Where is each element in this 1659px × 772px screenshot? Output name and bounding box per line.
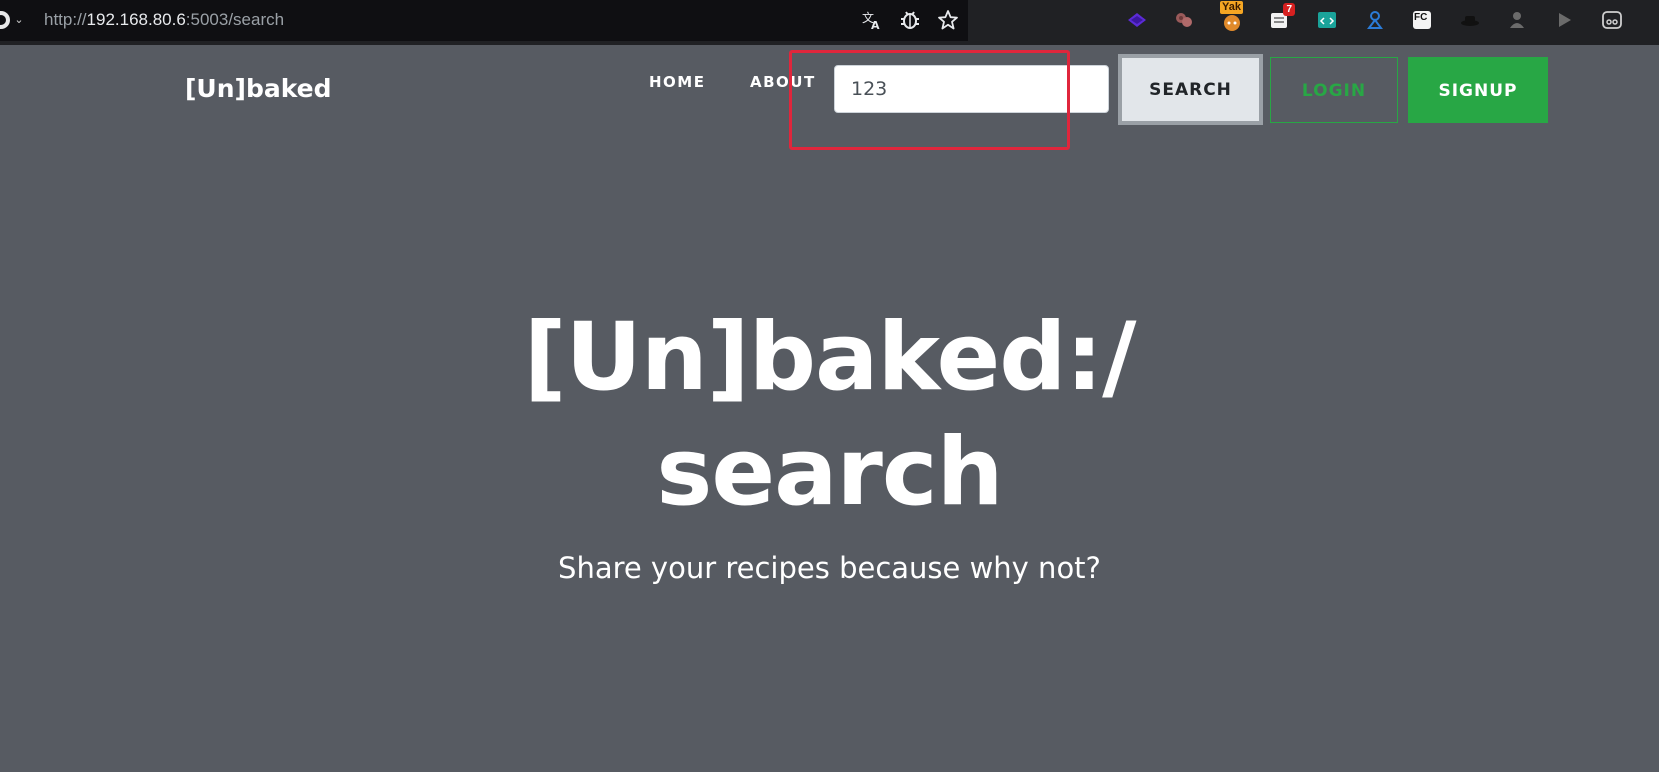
nav-link-home[interactable]: HOME <box>649 72 705 92</box>
svg-text:A: A <box>871 19 880 31</box>
page-subtitle: Share your recipes because why not? <box>558 551 1101 585</box>
search-input[interactable] <box>834 65 1109 113</box>
notification-count-badge: 7 <box>1283 3 1295 16</box>
browser-toolbar: ⌄ http://192.168.80.6:5003/search 文 A Ya… <box>0 0 1659 45</box>
translate-icon[interactable]: 文 A <box>860 8 884 32</box>
cookie-extension-icon[interactable] <box>1173 9 1195 31</box>
page-title: [Un]baked:/ search <box>0 300 1659 530</box>
notes-extension-icon[interactable]: 7 <box>1268 3 1295 31</box>
agent-extension-icon[interactable] <box>1364 9 1386 31</box>
profile-icon[interactable] <box>1601 9 1623 31</box>
url-host: 192.168.80.6 <box>86 10 186 29</box>
chevron-down-icon[interactable]: ⌄ <box>12 10 26 30</box>
yakit-extension-icon[interactable]: Yak <box>1220 1 1243 31</box>
page-title-line-2: search <box>656 418 1003 527</box>
hero-section: [Un]baked:/ search Share your recipes be… <box>0 300 1659 586</box>
site-info-icon[interactable] <box>0 11 10 29</box>
search-button[interactable]: SEARCH <box>1118 54 1263 125</box>
bug-icon[interactable] <box>898 8 922 32</box>
fc-label: FC <box>1414 12 1428 23</box>
address-bar[interactable]: ⌄ http://192.168.80.6:5003/search 文 A <box>0 0 968 41</box>
fc-extension-icon[interactable]: FC <box>1411 9 1433 31</box>
yak-badge: Yak <box>1220 1 1243 14</box>
play-extension-icon[interactable] <box>1553 9 1575 31</box>
hat-extension-icon[interactable] <box>1459 9 1481 31</box>
code-viewer-extension-icon[interactable] <box>1316 9 1338 31</box>
page-title-line-1: [Un]baked:/ <box>523 303 1137 412</box>
signup-button[interactable]: SIGNUP <box>1408 57 1548 123</box>
layers-extension-icon[interactable] <box>1126 9 1148 31</box>
url-path: :5003/search <box>185 10 285 29</box>
star-icon[interactable] <box>936 8 960 32</box>
login-button[interactable]: LOGIN <box>1270 57 1398 123</box>
nav-link-about[interactable]: ABOUT <box>750 72 816 92</box>
url-text[interactable]: http://192.168.80.6:5003/search <box>44 9 284 31</box>
brand-logo[interactable]: [Un]baked <box>185 72 332 106</box>
url-scheme: http:// <box>44 10 87 29</box>
spy-extension-icon[interactable] <box>1506 9 1528 31</box>
